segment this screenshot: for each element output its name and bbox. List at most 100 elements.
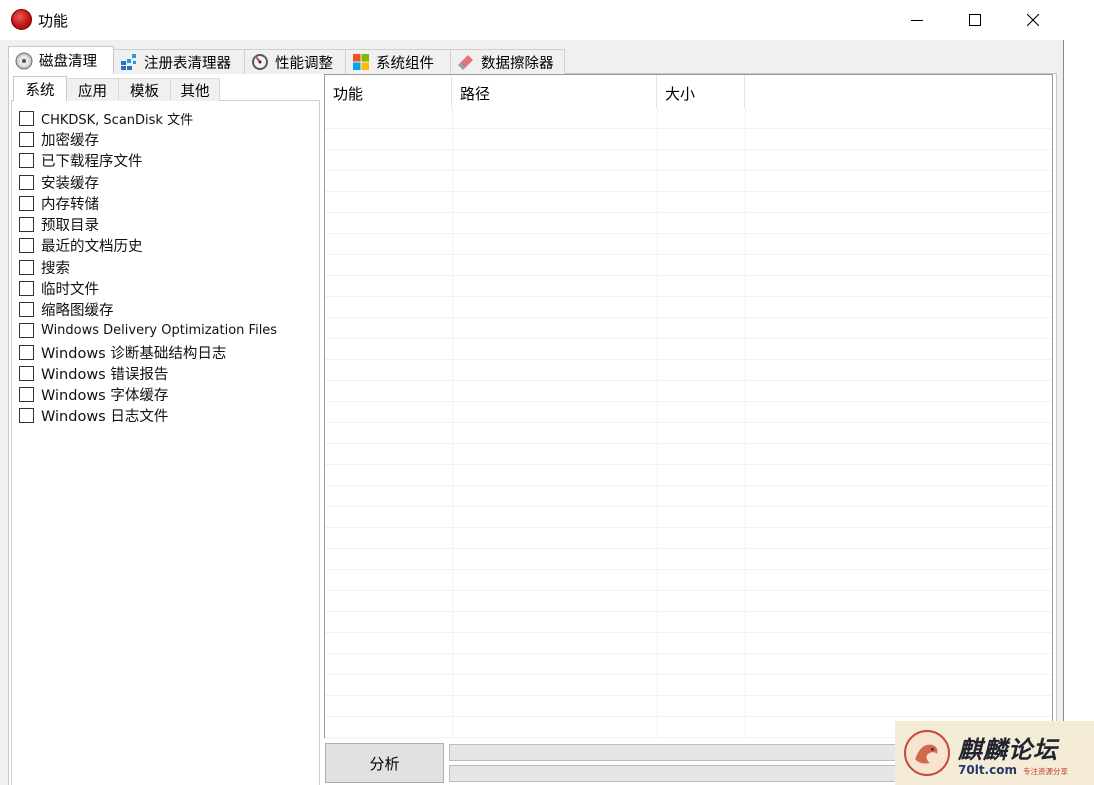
empty-row	[325, 465, 1052, 486]
empty-row	[325, 528, 1052, 549]
tab-system-components[interactable]: 系统组件	[345, 49, 451, 74]
list-item[interactable]: Windows 错误报告	[19, 363, 168, 383]
checkbox[interactable]	[19, 344, 34, 360]
empty-row	[325, 192, 1052, 213]
eraser-icon	[458, 55, 473, 70]
cleanup-categories-panel: CHKDSK, ScanDisk 文件 加密缓存 已下载程序文件 安装缓存 内存…	[11, 76, 320, 785]
list-item[interactable]: Windows 字体缓存	[19, 384, 168, 404]
list-item[interactable]: 预取目录	[19, 214, 99, 234]
empty-row	[325, 696, 1052, 717]
list-item[interactable]: Windows Delivery Optimization Files	[19, 320, 277, 340]
checkbox[interactable]	[19, 152, 34, 168]
subtab-other[interactable]: 其他	[170, 78, 220, 101]
column-header-feature[interactable]: 功能	[325, 75, 452, 108]
empty-row	[325, 297, 1052, 318]
watermark-brand: 麒麟论坛	[958, 735, 1058, 764]
close-button[interactable]	[1004, 0, 1062, 40]
column-gridline	[657, 108, 658, 737]
list-item[interactable]: 安装缓存	[19, 172, 99, 192]
tab-performance-tuning[interactable]: 性能调整	[244, 49, 346, 74]
watermark-slogan: 专注资源分享	[1023, 767, 1068, 776]
app-window: 功能 磁盘清理 注册表清理器 性能调整 系统组件 数据擦除器 CHKDSK, S…	[0, 0, 1064, 785]
checkbox[interactable]	[19, 131, 34, 147]
checkbox[interactable]	[19, 280, 34, 296]
list-item[interactable]: 临时文件	[19, 278, 99, 298]
progress-bar-secondary	[449, 765, 899, 782]
list-item[interactable]: Windows 日志文件	[19, 405, 168, 425]
list-item[interactable]: 内存转储	[19, 193, 99, 213]
item-label: 加密缓存	[41, 132, 99, 149]
subtab-label: 应用	[78, 83, 107, 100]
checkbox[interactable]	[19, 216, 34, 232]
column-header-size[interactable]: 大小	[657, 75, 745, 108]
list-item[interactable]: 缩略图缓存	[19, 299, 114, 319]
cleanup-item-list: CHKDSK, ScanDisk 文件 加密缓存 已下载程序文件 安装缓存 内存…	[11, 100, 320, 785]
tab-disk-cleanup[interactable]: 磁盘清理	[8, 46, 114, 74]
empty-row	[325, 108, 1052, 129]
subtab-system[interactable]: 系统	[13, 76, 67, 101]
checkbox[interactable]	[19, 365, 34, 381]
list-item[interactable]: Windows 诊断基础结构日志	[19, 342, 226, 362]
gauge-icon	[252, 54, 268, 70]
app-icon	[11, 9, 32, 30]
column-gridline	[745, 108, 746, 737]
item-label: 内存转储	[41, 196, 99, 213]
list-header: 功能 路径 大小	[325, 75, 1052, 108]
list-item[interactable]: CHKDSK, ScanDisk 文件	[19, 108, 193, 128]
empty-row	[325, 507, 1052, 528]
checkbox[interactable]	[19, 237, 34, 253]
item-label: Windows Delivery Optimization Files	[41, 322, 278, 338]
checkbox[interactable]	[19, 174, 34, 190]
disk-icon	[15, 52, 33, 69]
checkbox[interactable]	[19, 407, 34, 423]
empty-row	[325, 129, 1052, 150]
empty-row	[325, 402, 1052, 423]
empty-row	[325, 570, 1052, 591]
empty-row	[325, 318, 1052, 339]
dragon-emblem-icon	[904, 730, 950, 776]
maximize-button[interactable]	[946, 0, 1004, 40]
progress-bar-primary	[449, 744, 899, 761]
checkbox[interactable]	[19, 110, 34, 126]
empty-row	[325, 654, 1052, 675]
title-bar: 功能	[0, 0, 1064, 40]
tab-registry-cleaner[interactable]: 注册表清理器	[113, 49, 245, 74]
list-item[interactable]: 搜索	[19, 257, 70, 277]
subtab-label: 模板	[130, 83, 159, 100]
empty-row	[325, 612, 1052, 633]
empty-row	[325, 234, 1052, 255]
checkbox[interactable]	[19, 386, 34, 402]
minimize-button[interactable]	[888, 0, 946, 40]
empty-row	[325, 549, 1052, 570]
list-body	[325, 108, 1052, 738]
analyze-button[interactable]: 分析	[325, 743, 444, 783]
empty-row	[325, 171, 1052, 192]
checkbox[interactable]	[19, 195, 34, 211]
empty-row	[325, 339, 1052, 360]
tab-data-wiper[interactable]: 数据擦除器	[450, 49, 565, 74]
empty-row	[325, 486, 1052, 507]
item-label: 缩略图缓存	[41, 302, 114, 319]
column-gridline	[452, 108, 453, 737]
item-label: 已下载程序文件	[41, 153, 143, 170]
results-list-view[interactable]: 功能 路径 大小	[324, 74, 1053, 738]
empty-row	[325, 276, 1052, 297]
list-item[interactable]: 最近的文档历史	[19, 235, 143, 255]
list-item[interactable]: 已下载程序文件	[19, 150, 143, 170]
checkbox[interactable]	[19, 322, 34, 338]
tab-label: 磁盘清理	[39, 54, 97, 70]
item-label: 最近的文档历史	[41, 238, 143, 255]
empty-row	[325, 423, 1052, 444]
subtab-apps[interactable]: 应用	[66, 78, 119, 101]
item-label: 搜索	[41, 260, 70, 277]
list-item[interactable]: 加密缓存	[19, 129, 99, 149]
subtab-templates[interactable]: 模板	[118, 78, 171, 101]
checkbox[interactable]	[19, 259, 34, 275]
item-label: 安装缓存	[41, 175, 99, 192]
subtab-label: 其他	[180, 83, 210, 100]
column-header-path[interactable]: 路径	[452, 75, 657, 108]
checkbox[interactable]	[19, 301, 34, 317]
minimize-icon	[911, 20, 923, 21]
item-label: Windows 日志文件	[41, 408, 169, 425]
forum-watermark: 麒麟论坛 70lt.com 专注资源分享	[895, 721, 1094, 785]
